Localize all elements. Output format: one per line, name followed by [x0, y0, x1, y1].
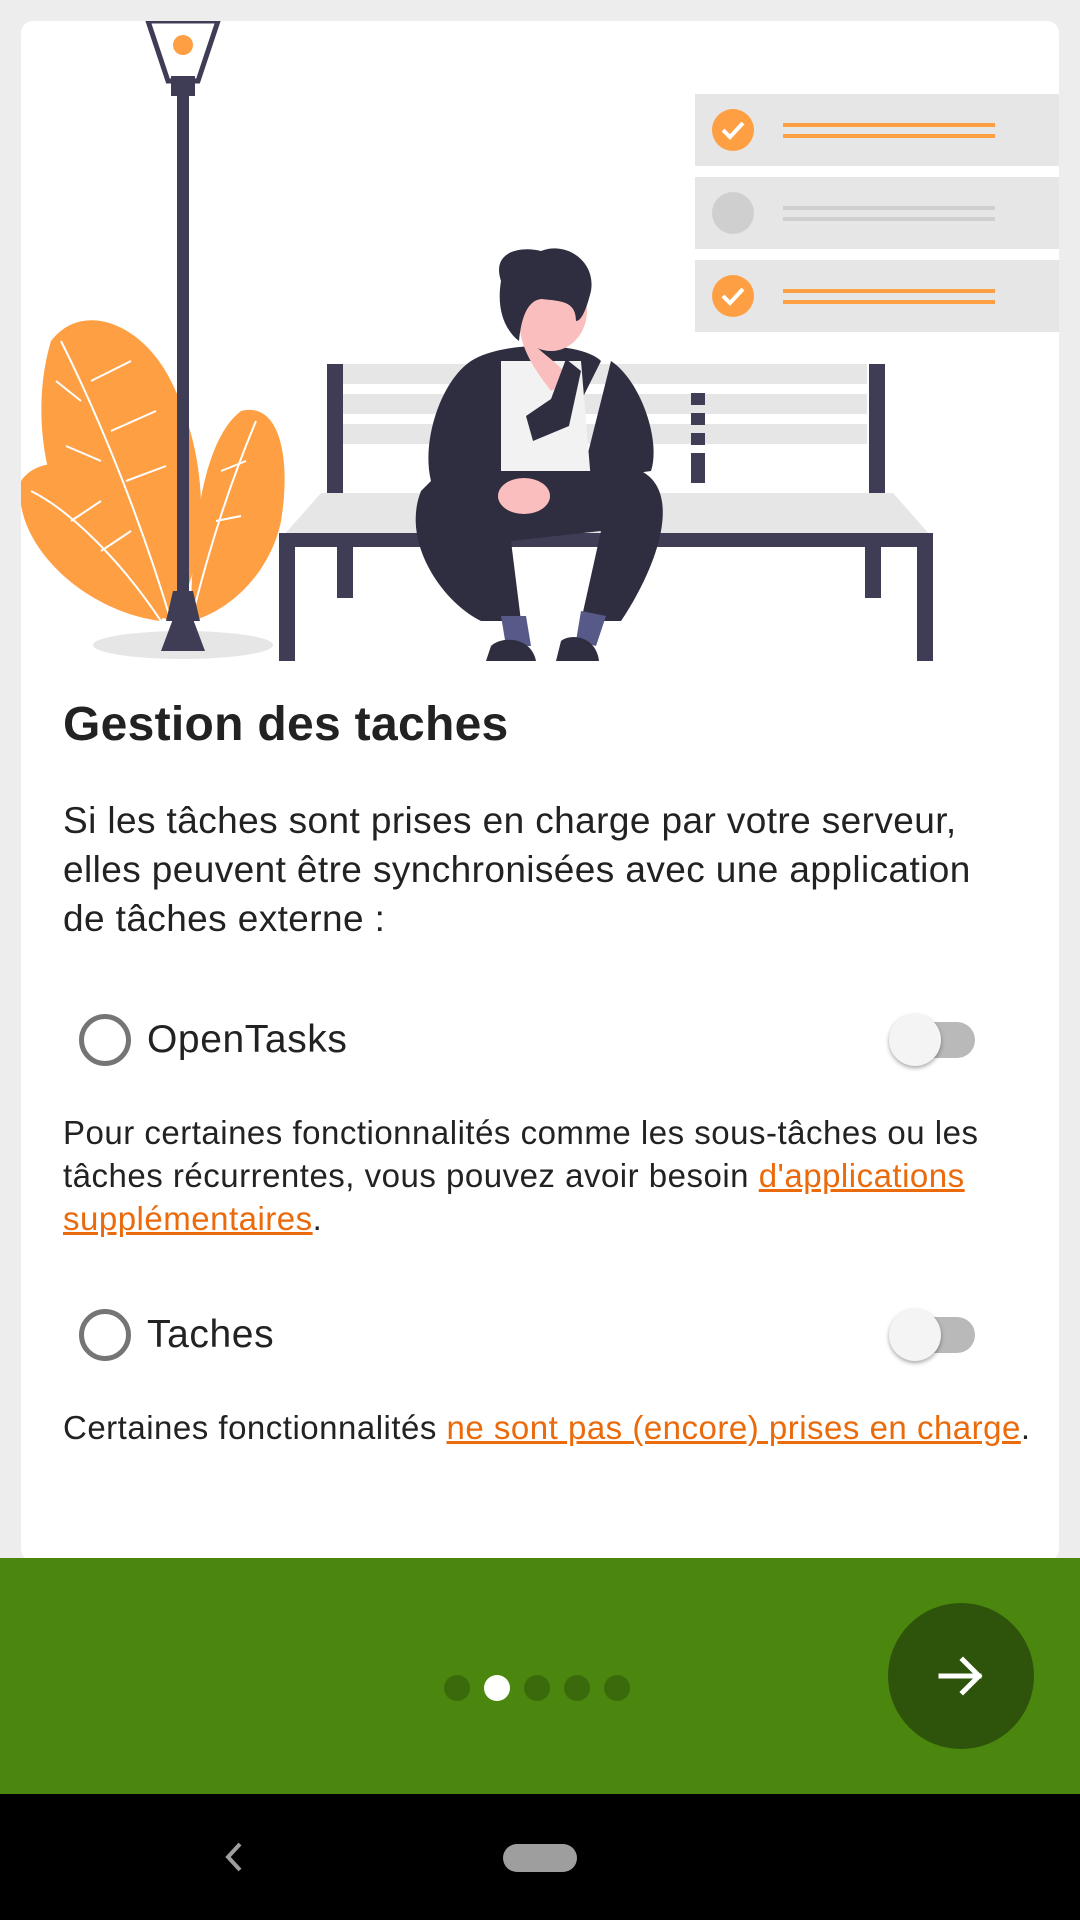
opentasks-note-end: . — [312, 1200, 323, 1237]
intro-card: Gestion des taches Si les tâches sont pr… — [21, 21, 1059, 1561]
toggle-thumb — [889, 1309, 941, 1361]
checklist-graphic — [695, 94, 1059, 332]
toggle-thumb — [889, 1014, 941, 1066]
person-on-bench-illustration — [21, 21, 1059, 661]
taches-note: Certaines fonctionnalités ne sont pas (e… — [63, 1406, 1038, 1449]
pager-bar — [0, 1558, 1080, 1794]
plant-graphic — [21, 320, 285, 659]
page-dot-active — [484, 1675, 510, 1701]
opentasks-note: Pour certaines fonctionnalités comme les… — [63, 1111, 1038, 1240]
option-taches[interactable]: Taches — [63, 1295, 1017, 1375]
taches-note-end: . — [1020, 1409, 1031, 1446]
person-graphic — [415, 248, 663, 661]
page-dot — [564, 1675, 590, 1701]
page-indicator — [444, 1675, 630, 1701]
arrow-right-icon — [938, 1656, 983, 1696]
intro-text: Si les tâches sont prises en charge par … — [63, 800, 971, 939]
system-navigation-bar — [0, 1794, 1080, 1920]
taches-note-text: Certaines fonctionnalités — [63, 1409, 447, 1446]
page-dot — [444, 1675, 470, 1701]
taches-label: Taches — [147, 1313, 275, 1356]
opentasks-radio[interactable] — [79, 1014, 131, 1066]
back-chevron-icon[interactable] — [220, 1838, 246, 1876]
page-dot — [604, 1675, 630, 1701]
option-opentasks[interactable]: OpenTasks — [63, 1000, 1017, 1080]
next-button[interactable] — [888, 1603, 1034, 1749]
opentasks-label: OpenTasks — [147, 1018, 348, 1061]
taches-radio[interactable] — [79, 1309, 131, 1361]
page-title: Gestion des taches — [63, 698, 509, 751]
page-dot — [524, 1675, 550, 1701]
opentasks-toggle[interactable] — [889, 1014, 979, 1066]
home-pill-icon[interactable] — [503, 1844, 577, 1872]
taches-toggle[interactable] — [889, 1309, 979, 1361]
unsupported-features-link[interactable]: ne sont pas (encore) prises en charge — [447, 1409, 1021, 1446]
